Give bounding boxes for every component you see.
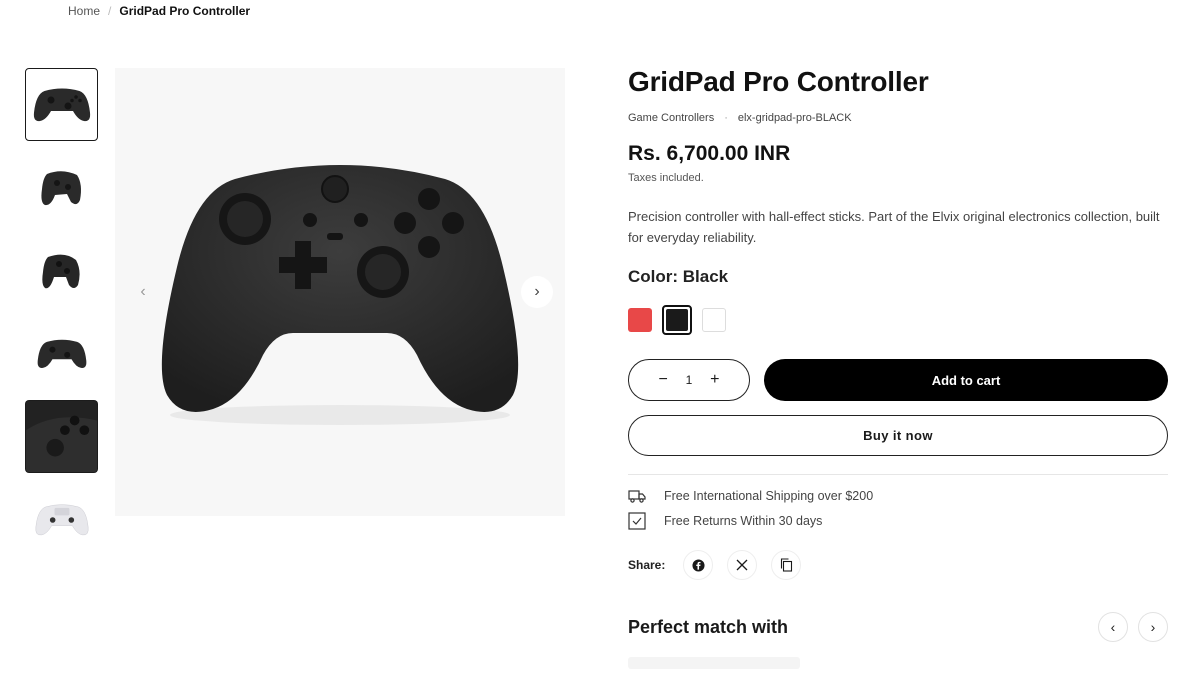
meta-separator: ·: [724, 112, 728, 124]
swatch-red[interactable]: [628, 308, 652, 332]
controller-thumbnail-image: [33, 88, 90, 121]
divider: [628, 474, 1168, 475]
share-copy-button[interactable]: [771, 550, 802, 580]
controller-side-thumbnail-image: [40, 170, 81, 205]
thumbnail-list: [25, 68, 98, 556]
controller-white-thumbnail-image: [35, 503, 88, 535]
thumbnail-1[interactable]: [25, 68, 98, 141]
share-facebook-button[interactable]: [683, 550, 714, 580]
color-swatches: [628, 305, 1168, 335]
related-header: Perfect match with ‹ ›: [628, 612, 1168, 642]
product-title: GridPad Pro Controller: [628, 66, 929, 97]
truck-icon: [628, 490, 646, 503]
share-row: Share:: [628, 550, 1168, 580]
controller-closeup-thumbnail-image: [26, 401, 97, 472]
cart-row: − 1 + Add to cart: [628, 359, 1168, 401]
controller-angle-thumbnail-image: [41, 254, 80, 288]
chevron-right-icon: ›: [534, 283, 540, 300]
quantity-stepper: − 1 +: [628, 359, 750, 401]
facebook-icon: [692, 558, 705, 572]
quantity-value[interactable]: 1: [686, 373, 693, 387]
share-x-button[interactable]: [727, 550, 758, 580]
perk-shipping: Free International Shipping over $200: [628, 489, 1168, 503]
breadcrumb: Home / GridPad Pro Controller: [68, 4, 250, 18]
gallery-next-button[interactable]: ›: [521, 276, 553, 308]
product-category[interactable]: Game Controllers: [628, 112, 714, 124]
product-price: Rs. 6,700.00 INR: [628, 142, 791, 165]
swatch-black[interactable]: [662, 305, 692, 335]
quantity-increase-button[interactable]: +: [705, 371, 725, 389]
related-placeholder: [628, 657, 800, 669]
perk-returns-text: Free Returns Within 30 days: [664, 514, 823, 528]
quantity-decrease-button[interactable]: −: [653, 371, 673, 389]
swatch-white[interactable]: [702, 308, 726, 332]
thumbnail-2[interactable]: [25, 151, 98, 224]
controller-front-thumbnail-image: [37, 339, 86, 368]
product-info: GridPad Pro Controller Game Controllers …: [628, 66, 1168, 580]
taxes-note: Taxes included.: [628, 172, 704, 184]
product-meta: Game Controllers · elx-gridpad-pro-BLACK: [628, 112, 1168, 124]
breadcrumb-separator: /: [108, 4, 112, 18]
add-to-cart-button[interactable]: Add to cart: [764, 359, 1168, 401]
perks-list: Free International Shipping over $200 Fr…: [628, 489, 1168, 530]
related-next-button[interactable]: ›: [1138, 612, 1168, 642]
share-label: Share:: [628, 558, 666, 572]
related-nav: ‹ ›: [1098, 612, 1168, 642]
x-icon: [736, 559, 748, 571]
perk-shipping-text: Free International Shipping over $200: [664, 489, 874, 503]
product-main-image: ‹ ›: [115, 68, 565, 516]
controller-image: [161, 165, 519, 425]
copy-icon: [780, 558, 792, 572]
related-prev-button[interactable]: ‹: [1098, 612, 1128, 642]
checkbox-icon: [628, 512, 646, 530]
color-label: Color: Black: [628, 267, 729, 286]
related-title: Perfect match with: [628, 616, 789, 637]
buy-now-button[interactable]: Buy it now: [628, 415, 1168, 456]
thumbnail-3[interactable]: [25, 234, 98, 307]
thumbnail-5[interactable]: [25, 400, 98, 473]
thumbnail-4[interactable]: [25, 317, 98, 390]
perk-returns: Free Returns Within 30 days: [628, 512, 1168, 530]
chevron-left-icon: ‹: [140, 283, 146, 300]
product-description: Precision controller with hall-effect st…: [628, 209, 1160, 245]
breadcrumb-home-link[interactable]: Home: [68, 4, 100, 18]
gallery-prev-button[interactable]: ‹: [127, 276, 159, 308]
product-sku: elx-gridpad-pro-BLACK: [737, 112, 852, 124]
breadcrumb-current: GridPad Pro Controller: [119, 4, 251, 18]
thumbnail-6[interactable]: [25, 483, 98, 556]
